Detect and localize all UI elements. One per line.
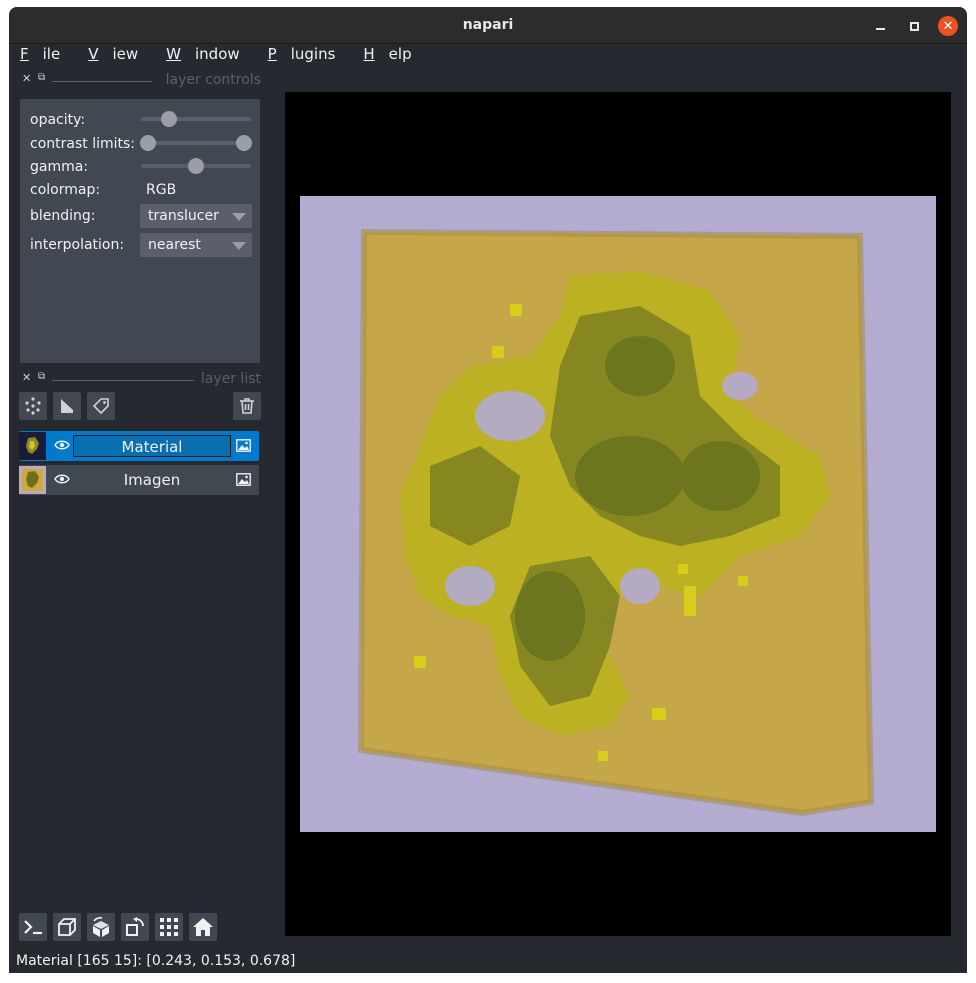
roll-axes-button[interactable] [87,913,115,941]
layer-name-material[interactable]: Material [73,435,231,457]
menu-view[interactable]: View [88,45,152,69]
dock-close-icon[interactable]: ✕ [22,371,31,384]
new-labels-layer-button[interactable] [87,392,115,420]
new-shapes-layer-button[interactable] [53,392,81,420]
shapes-icon [61,399,73,413]
gamma-label: gamma: [30,159,89,175]
chevron-down-icon [232,242,246,250]
minimize-button[interactable] [870,16,890,36]
eye-icon[interactable] [54,471,70,487]
blending-label: blending: [30,208,96,224]
reset-view-button[interactable] [189,913,217,941]
grid-icon [160,918,178,936]
delete-layer-button[interactable] [233,392,261,420]
layer-item-material[interactable]: Material [19,431,259,461]
layer-controls-panel: opacity: contrast limits: gamma: colorma… [20,99,260,363]
contrast-min-handle[interactable] [140,135,156,151]
dock-float-icon[interactable]: ⧉ [38,371,45,382]
contrast-limits-slider[interactable] [148,141,244,145]
layer-thumbnail [19,466,46,494]
cube-2d-icon [58,918,76,936]
minimize-icon [875,28,885,30]
trash-icon [240,398,254,414]
interpolation-dropdown[interactable]: nearest [140,233,252,257]
menu-help[interactable]: Help [363,45,425,69]
opacity-slider[interactable] [141,117,251,121]
interpolation-label: interpolation: [30,237,125,253]
blending-dropdown[interactable]: translucer [140,204,252,228]
status-bar: Material [165 15]: [0.243, 0.153, 0.678] [16,953,296,969]
dock-close-icon[interactable]: ✕ [22,72,31,85]
grid-view-button[interactable] [155,913,183,941]
dock-header-line [52,380,194,381]
layer-item-imagen[interactable]: Imagen [19,465,259,495]
console-button[interactable] [19,913,47,941]
contrast-max-handle[interactable] [236,135,252,151]
tag-icon [92,398,109,415]
ndisplay-button[interactable] [53,913,81,941]
menu-window[interactable]: Window [166,45,254,69]
title-bar: napari ✕ [9,7,967,44]
close-button[interactable]: ✕ [938,16,958,36]
napari-window: napari ✕ File View Window Plugins Help ✕… [9,7,967,973]
dock-header-line [52,81,152,82]
dock-float-icon[interactable]: ⧉ [38,72,45,83]
gamma-slider-handle[interactable] [188,158,204,174]
eye-icon[interactable] [54,437,70,453]
menu-plugins[interactable]: Plugins [268,45,350,69]
transpose-button[interactable] [121,913,149,941]
new-points-layer-button[interactable] [19,392,47,420]
layer-list-title: layer list [200,371,261,387]
image-layer-icon [236,439,251,452]
layer-list-header: ✕ ⧉ layer list [19,371,261,389]
contrast-limits-label: contrast limits: [30,136,135,152]
maximize-icon [909,21,919,31]
colormap-value: RGB [146,182,177,198]
transpose-icon [126,917,144,936]
interpolation-value: nearest [148,237,201,253]
opacity-label: opacity: [30,112,86,128]
points-icon [25,397,41,415]
close-icon: ✕ [942,18,954,34]
viewer-canvas[interactable] [285,92,951,936]
layer-controls-title: layer controls [165,72,261,88]
image-layer-icon [236,473,251,486]
colormap-label: colormap: [30,182,101,198]
image-display[interactable] [300,196,936,832]
blending-value: translucer [148,208,219,224]
opacity-slider-handle[interactable] [160,111,177,127]
layer-thumbnail [19,432,46,460]
maximize-button[interactable] [904,16,924,36]
chevron-down-icon [232,213,246,221]
menu-file[interactable]: File [20,45,74,69]
home-icon [193,918,213,936]
menu-bar: File View Window Plugins Help [9,45,967,69]
layer-controls-header: ✕ ⧉ layer controls [19,72,261,90]
layer-name-imagen[interactable]: Imagen [73,469,231,491]
terminal-icon [24,920,42,935]
window-title: napari [462,17,514,33]
roll-cube-icon [93,917,109,937]
